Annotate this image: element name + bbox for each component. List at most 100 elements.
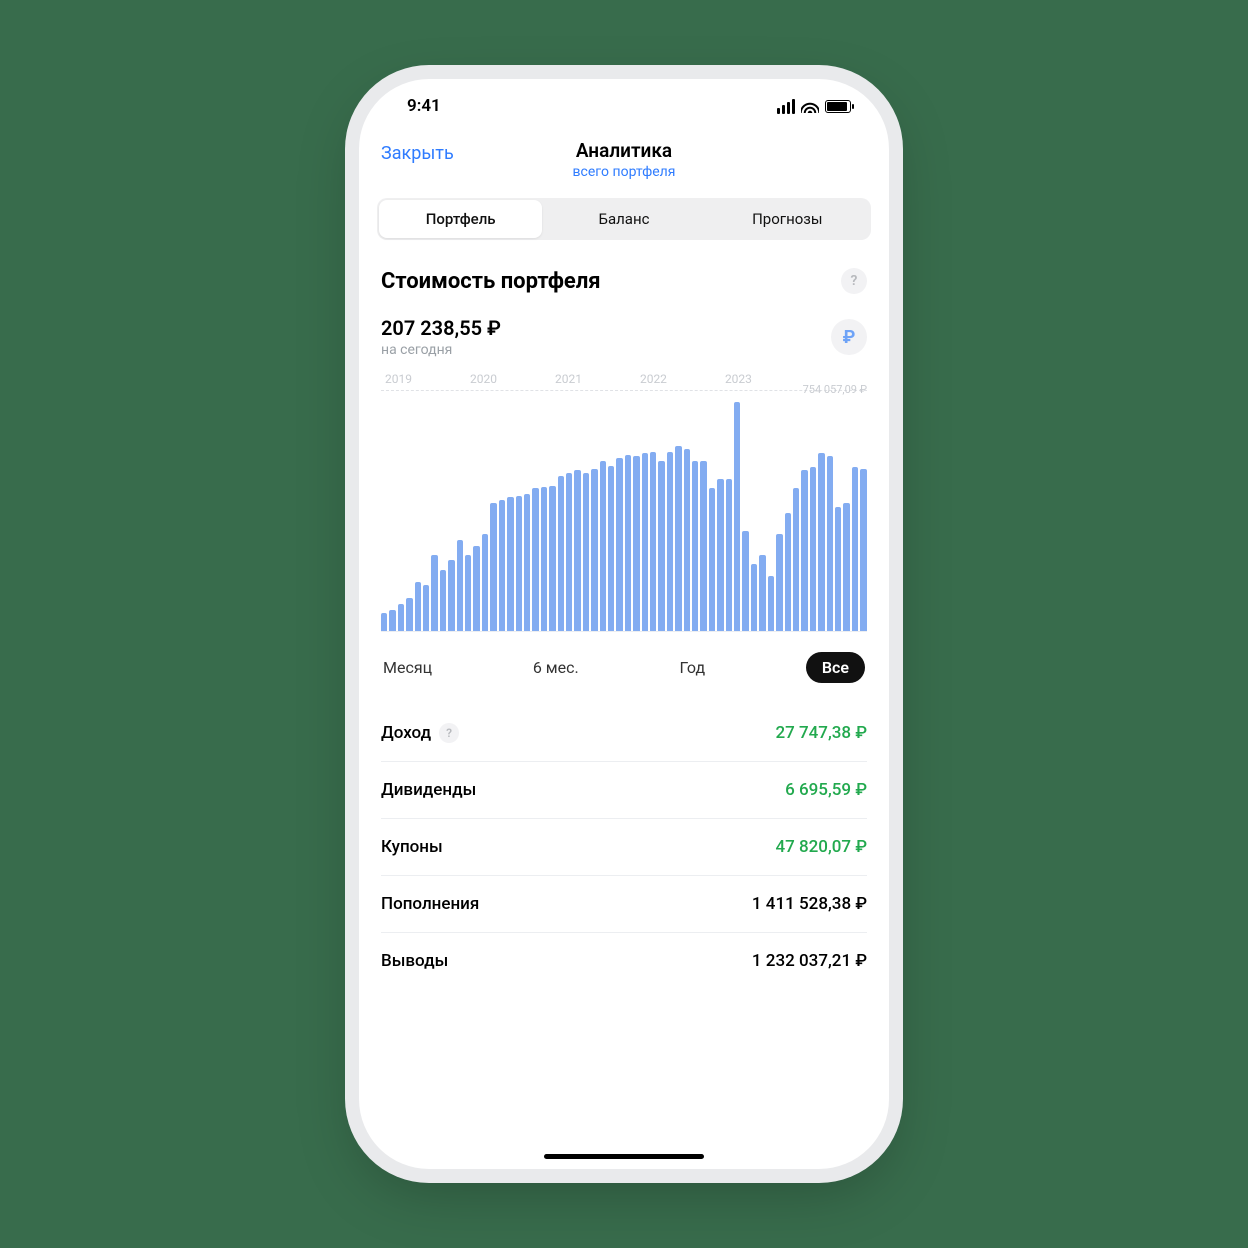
row-coupons-label: Купоны [381, 837, 443, 857]
period-all[interactable]: Все [806, 652, 865, 683]
chart-year-label: 2020 [470, 372, 497, 386]
row-coupons-value: 47 820,07 ₽ [775, 837, 867, 857]
battery-icon [825, 100, 851, 113]
chart-bar [700, 461, 706, 631]
chart-year-label: 2019 [385, 372, 412, 386]
chart-bar [658, 461, 664, 631]
chart-year-axis: 20192020202120222023 [381, 372, 867, 386]
page-subtitle[interactable]: всего портфеля [573, 164, 676, 180]
chart-bar [675, 446, 681, 631]
chart-bar [751, 564, 757, 631]
portfolio-amount: 207 238,55 ₽ [381, 316, 501, 340]
chart-bar [835, 507, 841, 632]
chart-bar [574, 470, 580, 631]
chart-bar [742, 531, 748, 631]
chart-bar [801, 470, 807, 631]
chart-bar [465, 555, 471, 631]
section-header: Стоимость портфеля ? [359, 240, 889, 294]
chart-bar [423, 585, 429, 631]
row-dividends-label: Дивиденды [381, 780, 476, 800]
chart-bar [591, 469, 597, 631]
chart-bar [827, 456, 833, 631]
tab-balance[interactable]: Баланс [542, 200, 705, 238]
chart-bar [507, 497, 513, 631]
chart-bar [524, 494, 530, 631]
chart-bar [532, 488, 538, 631]
chart-bar [583, 473, 589, 631]
chart-bar [389, 610, 395, 631]
chart-bar [860, 469, 866, 631]
chart-bar [549, 486, 555, 631]
chart-year-label: 2021 [555, 372, 582, 386]
chart-bar [843, 503, 849, 631]
row-dividends[interactable]: Дивиденды 6 695,59 ₽ [381, 762, 867, 819]
cellular-icon [777, 99, 795, 114]
home-indicator[interactable] [544, 1154, 704, 1159]
phone-frame: 9:41 Закрыть Аналитика всего портфеля По… [359, 79, 889, 1169]
chart-bar [776, 534, 782, 631]
row-deposits[interactable]: Пополнения 1 411 528,38 ₽ [381, 876, 867, 933]
chart-bar [625, 455, 631, 631]
chart-bar [785, 513, 791, 631]
chart-area: 20192020202120222023 754 057,09 ₽ [359, 362, 889, 632]
tab-forecasts[interactable]: Прогнозы [706, 200, 869, 238]
period-year[interactable]: Год [679, 658, 705, 677]
stats-list: Доход ? 27 747,38 ₽ Дивиденды 6 695,59 ₽… [359, 691, 889, 989]
row-income[interactable]: Доход ? 27 747,38 ₽ [381, 705, 867, 762]
currency-toggle[interactable]: ₽ [831, 319, 867, 355]
chart-bar [431, 555, 437, 631]
chart-bar [566, 473, 572, 631]
nav-bar: Закрыть Аналитика всего портфеля [359, 133, 889, 190]
row-withdrawals-value: 1 232 037,21 ₽ [752, 951, 867, 971]
row-deposits-value: 1 411 528,38 ₽ [752, 894, 867, 914]
status-time: 9:41 [407, 96, 441, 116]
chart-bar [692, 461, 698, 631]
period-month[interactable]: Месяц [383, 658, 432, 677]
portfolio-chart[interactable] [381, 402, 867, 632]
chart-bar [793, 488, 799, 631]
page-title: Аналитика [573, 139, 676, 162]
help-icon[interactable]: ? [841, 268, 867, 294]
chart-bar [490, 503, 496, 631]
chart-bar [398, 604, 404, 631]
row-dividends-value: 6 695,59 ₽ [785, 780, 867, 800]
chart-bar [759, 555, 765, 631]
income-help-icon[interactable]: ? [439, 723, 459, 743]
chart-bar [558, 476, 564, 631]
portfolio-value-row: 207 238,55 ₽ на сегодня ₽ [359, 294, 889, 362]
row-withdrawals-label: Выводы [381, 951, 448, 971]
close-button[interactable]: Закрыть [381, 143, 454, 164]
chart-bar [440, 570, 446, 631]
chart-bar [852, 467, 858, 631]
period-selector: Месяц 6 мес. Год Все [359, 632, 889, 691]
chart-bar [499, 500, 505, 631]
segment-control: Портфель Баланс Прогнозы [377, 198, 871, 240]
chart-bar [650, 452, 656, 631]
status-bar: 9:41 [359, 79, 889, 133]
chart-bar [768, 576, 774, 631]
row-withdrawals[interactable]: Выводы 1 232 037,21 ₽ [381, 933, 867, 989]
chart-bar [684, 449, 690, 631]
row-coupons[interactable]: Купоны 47 820,07 ₽ [381, 819, 867, 876]
chart-bar [415, 582, 421, 631]
status-icons [777, 99, 851, 114]
chart-max-label: 754 057,09 ₽ [803, 383, 867, 396]
period-six-months[interactable]: 6 мес. [533, 658, 579, 677]
chart-bar [633, 456, 639, 631]
chart-bar [516, 496, 522, 631]
chart-bar [473, 546, 479, 631]
chart-bar [709, 488, 715, 631]
chart-bar [608, 466, 614, 632]
chart-bar [457, 540, 463, 631]
row-deposits-label: Пополнения [381, 894, 479, 914]
chart-bar [600, 461, 606, 631]
chart-bar [642, 453, 648, 631]
chart-bar [667, 452, 673, 631]
chart-bar [541, 487, 547, 631]
chart-bar [406, 598, 412, 631]
section-title-text: Стоимость портфеля [381, 269, 601, 294]
row-income-value: 27 747,38 ₽ [775, 723, 867, 743]
tab-portfolio[interactable]: Портфель [379, 200, 542, 238]
chart-bar [734, 402, 740, 631]
chart-bar [717, 479, 723, 631]
